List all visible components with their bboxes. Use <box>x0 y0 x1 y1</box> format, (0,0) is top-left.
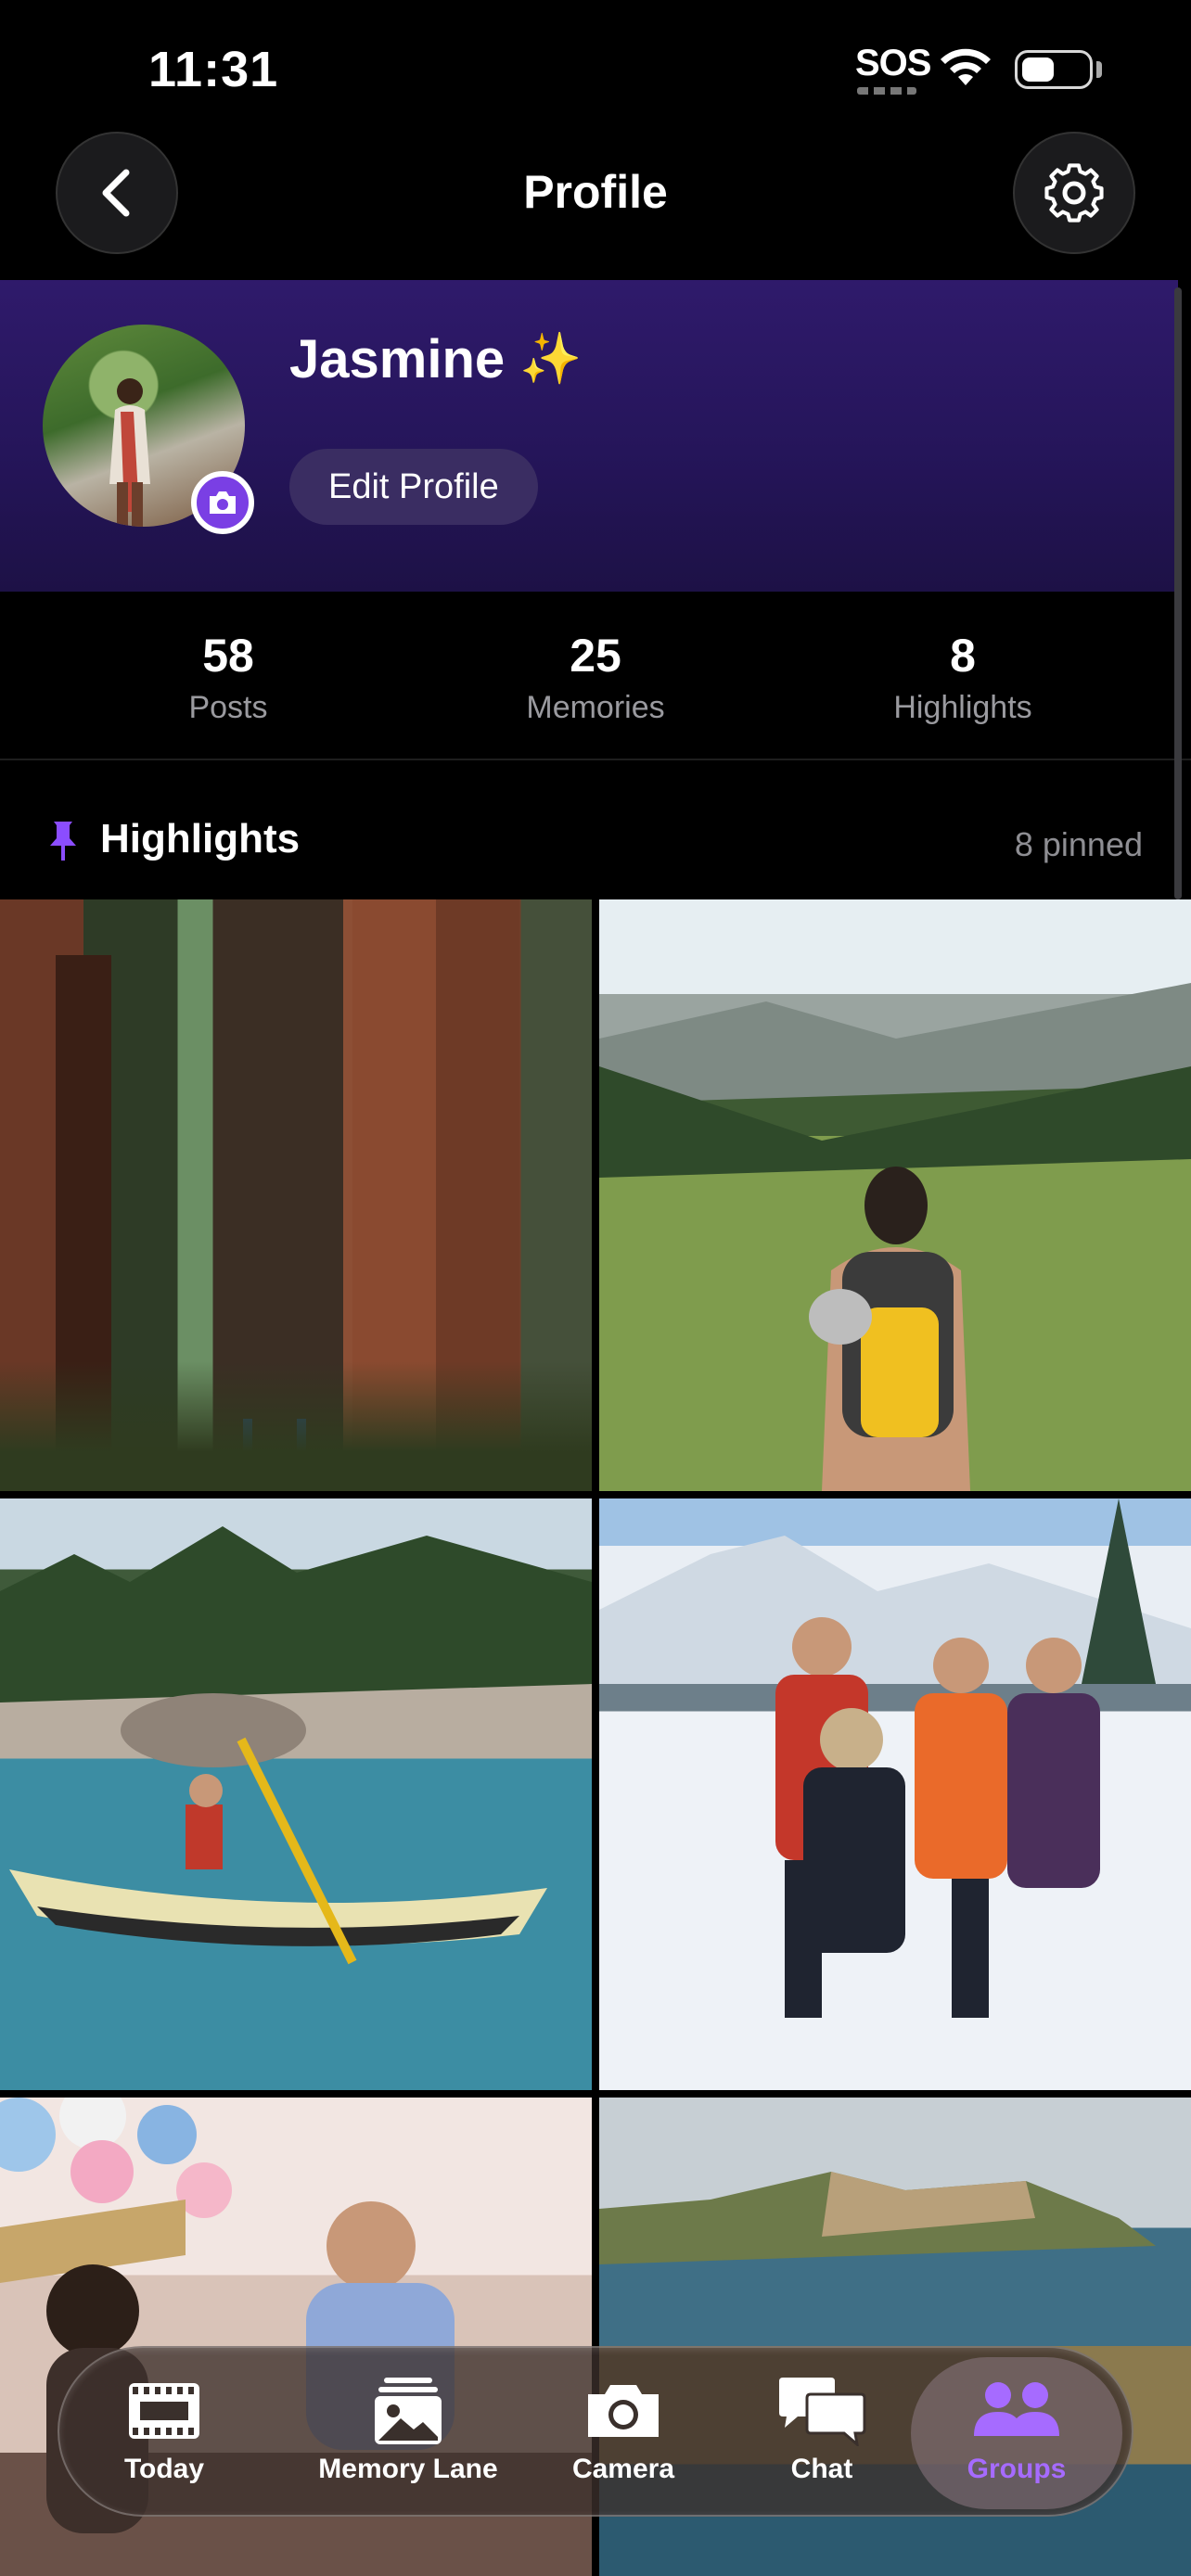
profile-name: Jasmine <box>289 329 506 389</box>
edit-profile-button[interactable]: Edit Profile <box>289 449 538 525</box>
redwood-trees-image <box>0 899 519 1491</box>
tab-bar: Today Memory Lane Camera Chat Groups <box>58 2346 1133 2517</box>
avatar-person <box>109 378 150 527</box>
camera-icon <box>588 2385 659 2437</box>
battery-icon <box>1015 50 1093 89</box>
highlight-photo-redwoods[interactable] <box>0 899 592 1491</box>
gear-icon <box>1044 163 1104 223</box>
camera-icon <box>210 491 236 514</box>
change-photo-button[interactable] <box>191 471 254 534</box>
status-time: 11:31 <box>148 42 279 97</box>
stat-label: Memories <box>526 690 665 725</box>
sparkles-emoji: ✨ <box>519 331 583 387</box>
stat-label: Posts <box>188 690 268 725</box>
stat-posts[interactable]: 58 Posts <box>89 629 367 726</box>
tab-camera[interactable]: Camera <box>549 2376 698 2491</box>
tab-memory-lane[interactable]: Memory Lane <box>293 2376 523 2491</box>
family-snow-image <box>599 1498 1191 2018</box>
tab-label: Memory Lane <box>318 2454 498 2484</box>
pin-icon <box>50 822 76 861</box>
stat-memories[interactable]: 25 Memories <box>456 629 735 726</box>
pinned-count: 8 pinned <box>1014 825 1143 863</box>
stat-value: 25 <box>570 630 621 682</box>
highlights-header: Highlights 8 pinned <box>0 799 1191 888</box>
stat-highlights[interactable]: 8 Highlights <box>824 629 1102 726</box>
wifi-icon <box>941 48 991 85</box>
tab-label: Today <box>123 2454 205 2484</box>
highlight-photo-family-snow[interactable] <box>599 1498 1191 2090</box>
battery-cap <box>1096 61 1102 78</box>
battery-level <box>1022 57 1054 82</box>
highlight-photo-kayak[interactable] <box>0 1498 592 2090</box>
settings-button[interactable] <box>1013 132 1135 254</box>
tab-label: Groups <box>967 2454 1067 2484</box>
photos-icon <box>375 2378 442 2444</box>
people-icon <box>974 2382 1059 2436</box>
tab-today[interactable]: Today <box>95 2376 234 2491</box>
film-icon <box>129 2383 199 2439</box>
stat-value: 58 <box>202 630 254 682</box>
hiker-meadow-image <box>599 983 1191 1491</box>
signal-dots-icon <box>857 87 916 95</box>
section-title: Highlights <box>100 816 301 861</box>
stat-label: Highlights <box>893 690 1032 725</box>
tab-chat[interactable]: Chat <box>757 2376 887 2491</box>
profile-name-row: Jasmine ✨ <box>289 328 582 390</box>
highlight-photo-hiker[interactable] <box>599 899 1191 1491</box>
tab-label: Chat <box>790 2454 853 2484</box>
chat-bubbles-icon <box>779 2378 866 2446</box>
sos-indicator: SOS <box>855 43 931 83</box>
stat-value: 8 <box>950 630 976 682</box>
scrollbar[interactable] <box>1174 287 1182 899</box>
kayak-lake-image <box>0 1526 592 1965</box>
status-bar: 11:31 SOS <box>0 0 1191 130</box>
profile-stats: 58 Posts 25 Memories 8 Highlights <box>0 592 1191 760</box>
tab-label: Camera <box>571 2454 675 2484</box>
tab-groups[interactable]: Groups <box>942 2376 1091 2491</box>
profile-banner: Jasmine ✨ Edit Profile <box>0 280 1178 592</box>
